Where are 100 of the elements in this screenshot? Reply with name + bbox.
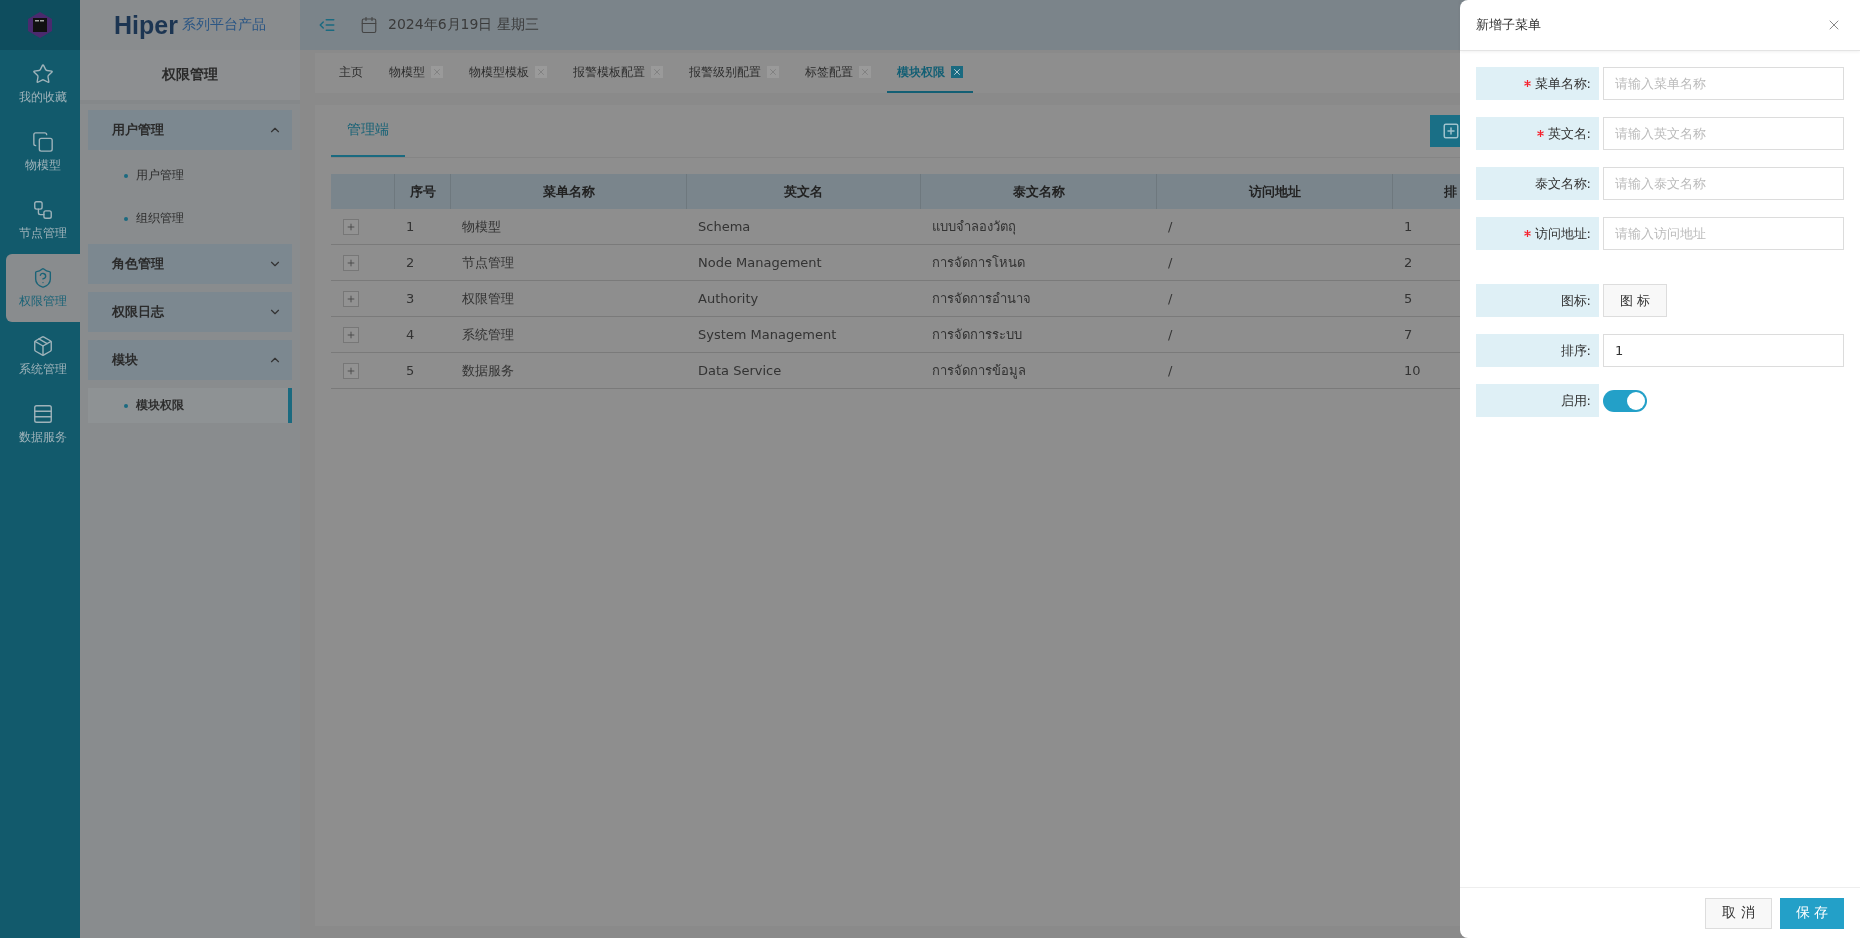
- input-field[interactable]: 请输入英文名称: [1603, 117, 1844, 150]
- table-cell-text: การจัดการระบบ: [931, 326, 1023, 344]
- table-cell-text: /: [1167, 218, 1174, 236]
- rail-item[interactable]: 节点管理: [6, 186, 80, 254]
- field-label: 泰文名称:: [1534, 174, 1591, 193]
- page-tab[interactable]: 标签配置: [795, 53, 881, 93]
- plus-icon: [346, 329, 356, 340]
- page-tab[interactable]: 模块权限: [887, 53, 973, 93]
- rail-label: 系统管理: [19, 360, 67, 378]
- table-cell-text: 1: [405, 218, 416, 236]
- logo-icon: [27, 12, 53, 38]
- star-icon: [32, 62, 54, 85]
- rail-label: 物模型: [25, 156, 61, 174]
- list-icon: [32, 402, 54, 425]
- table-cell-text: Authority: [697, 290, 760, 308]
- field-label: 启用:: [1560, 391, 1591, 410]
- content-tab[interactable]: 管理端: [331, 105, 405, 157]
- plus-icon: [346, 221, 356, 232]
- x-icon: [952, 67, 962, 77]
- expand-button[interactable]: [343, 218, 359, 235]
- page-tab[interactable]: 物模型模板: [459, 53, 557, 93]
- rail-item[interactable]: 我的收藏: [6, 50, 80, 118]
- table-cell-text: การจัดการข้อมูล: [931, 362, 1027, 381]
- menu-group[interactable]: 角色管理: [88, 244, 292, 284]
- close-icon[interactable]: [951, 66, 963, 78]
- toggle-switch[interactable]: [1603, 389, 1647, 412]
- page-tab[interactable]: 报警级别配置: [679, 53, 789, 93]
- table-cell-text: 10: [1403, 362, 1422, 380]
- expand-button[interactable]: [343, 326, 359, 343]
- page-tab[interactable]: 物模型: [379, 53, 453, 93]
- page-tab[interactable]: 主页: [329, 53, 373, 93]
- bullet-icon: [124, 173, 128, 178]
- field-label: 图标:: [1560, 291, 1591, 310]
- expand-button[interactable]: [343, 254, 359, 271]
- table-cell-text: 权限管理: [461, 289, 515, 308]
- table-cell-text: Schema: [697, 218, 752, 236]
- x-icon: [652, 67, 662, 77]
- drawer-title: 新增子菜单: [1476, 16, 1541, 34]
- field-label: 菜单名称:: [1534, 74, 1591, 93]
- menu-group[interactable]: 模块: [88, 340, 292, 380]
- input-field[interactable]: 1: [1603, 334, 1844, 367]
- input-field[interactable]: 请输入访问地址: [1603, 217, 1844, 250]
- required-icon: [1536, 130, 1544, 137]
- field-label: 英文名:: [1547, 124, 1591, 143]
- bullet-icon: [124, 216, 128, 221]
- shield-icon: [32, 266, 54, 289]
- rail-label: 节点管理: [19, 224, 67, 242]
- rail-item[interactable]: 权限管理: [6, 254, 80, 322]
- menu-group[interactable]: 权限日志: [88, 292, 292, 332]
- calendar-icon: [360, 16, 378, 34]
- menu-item[interactable]: 模块权限: [88, 388, 292, 423]
- input-field[interactable]: 请输入菜单名称: [1603, 67, 1844, 100]
- page-tab[interactable]: 报警模板配置: [563, 53, 673, 93]
- expand-button[interactable]: [343, 290, 359, 307]
- column-header: 菜单名称: [450, 174, 686, 209]
- cancel-button[interactable]: 取 消: [1705, 897, 1772, 929]
- expand-button[interactable]: [343, 362, 359, 379]
- menu-item[interactable]: 用户管理: [88, 158, 292, 193]
- x-icon: [860, 67, 870, 77]
- table-cell-text: 物模型: [461, 217, 502, 236]
- required-icon: [1523, 230, 1531, 237]
- menu-group[interactable]: 用户管理: [88, 110, 292, 150]
- menu-collapse-icon[interactable]: [318, 16, 336, 34]
- required-icon: [1523, 80, 1531, 87]
- table-cell-text: 2: [1403, 254, 1414, 272]
- field-label: 访问地址:: [1534, 224, 1591, 243]
- table-cell-text: 数据服务: [461, 361, 515, 380]
- table-cell-text: /: [1167, 326, 1174, 344]
- save-button[interactable]: 保 存: [1779, 897, 1844, 929]
- column-header: 英文名: [686, 174, 920, 209]
- menu-item[interactable]: 组织管理: [88, 201, 292, 236]
- rail-item[interactable]: 物模型: [6, 118, 80, 186]
- table-cell-text: 7: [1403, 326, 1414, 344]
- column-header: 泰文名称: [920, 174, 1156, 209]
- brand-name: Hiper: [114, 10, 178, 40]
- date-text: 2024年6月19日 星期三: [388, 16, 539, 34]
- plus-icon: [346, 293, 356, 304]
- x-icon: [432, 67, 442, 77]
- menu-item-label: 模块权限: [136, 397, 184, 414]
- rail-item[interactable]: 系统管理: [6, 322, 80, 390]
- brand-subtitle: 系列平台产品: [181, 16, 266, 34]
- table-cell-text: การจัดการโหนด: [931, 254, 1026, 272]
- table-cell-text: 5: [405, 362, 416, 380]
- plus-icon: [346, 257, 356, 268]
- x-icon: [768, 67, 778, 77]
- rail-item[interactable]: 数据服务: [6, 390, 80, 458]
- column-header: 访问地址: [1156, 174, 1392, 209]
- menu-group-label: 用户管理: [112, 121, 164, 139]
- table-cell-text: System Management: [697, 326, 838, 344]
- workflow-icon: [32, 198, 54, 221]
- package-icon: [32, 334, 54, 357]
- rail-label: 权限管理: [19, 292, 67, 310]
- icon-picker-button[interactable]: 图 标: [1603, 284, 1667, 317]
- table-cell-text: /: [1167, 290, 1174, 308]
- menu-item-label: 组织管理: [136, 210, 184, 227]
- input-field[interactable]: 请输入泰文名称: [1603, 167, 1844, 200]
- table-cell-text: 1: [1403, 218, 1414, 236]
- rail-label: 数据服务: [19, 428, 67, 446]
- copy-icon: [32, 130, 54, 153]
- menu-group-label: 模块: [112, 351, 138, 369]
